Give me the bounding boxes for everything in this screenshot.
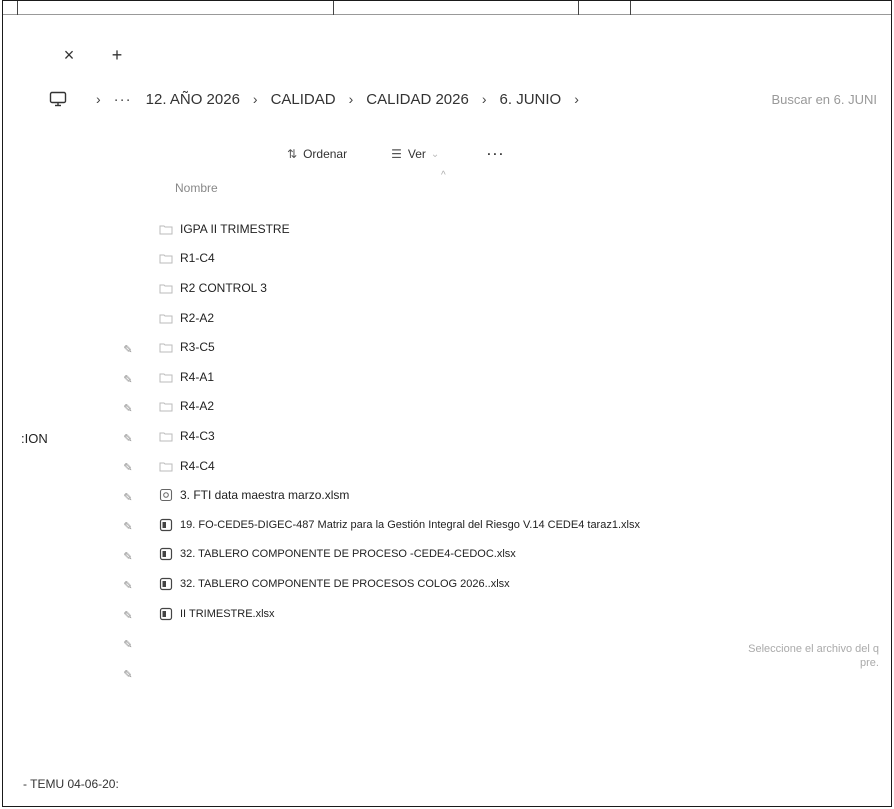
pin-icon[interactable]: ✎ (118, 542, 138, 572)
excel-file-icon (158, 547, 174, 561)
list-item[interactable]: 19. FO-CEDE5-DIGEC-487 Matriz para la Ge… (158, 510, 858, 540)
pin-icon[interactable]: ✎ (118, 660, 138, 690)
pin-icon[interactable]: ✎ (118, 424, 138, 454)
breadcrumb-ano-2026[interactable]: 12. AÑO 2026 (146, 91, 240, 108)
pin-icon[interactable]: ✎ (118, 601, 138, 631)
list-item[interactable]: R3-C5 (158, 332, 858, 362)
folder-icon (158, 340, 174, 354)
list-item[interactable]: R4-A1 (158, 362, 858, 392)
sort-caret-icon: ^ (441, 170, 446, 181)
breadcrumb-calidad[interactable]: CALIDAD (271, 91, 336, 108)
sort-button[interactable]: ⇅ Ordenar (287, 147, 347, 161)
this-pc-icon[interactable] (47, 88, 69, 110)
excel-macro-icon (158, 488, 174, 502)
pin-icon[interactable]: ✎ (118, 571, 138, 601)
folder-icon (158, 459, 174, 473)
more-options-button[interactable]: ··· (487, 147, 505, 161)
pin-icon[interactable]: ✎ (118, 483, 138, 513)
breadcrumb-separator[interactable]: › (574, 91, 579, 107)
list-item[interactable]: II TRIMESTRE.xlsx (158, 599, 858, 629)
pin-icon[interactable]: ✎ (118, 394, 138, 424)
view-icon: ☰ (391, 147, 402, 161)
address-bar[interactable]: › ··· 12. AÑO 2026 › CALIDAD › CALIDAD 2… (47, 87, 887, 111)
list-item[interactable]: 32. TABLERO COMPONENTE DE PROCESOS COLOG… (158, 569, 858, 599)
column-header-name[interactable]: Nombre (175, 181, 218, 195)
breadcrumb-separator: › (96, 91, 101, 107)
pin-icon[interactable]: ✎ (118, 453, 138, 483)
folder-icon (158, 311, 174, 325)
top-strip (3, 1, 891, 15)
list-item[interactable]: R4-C4 (158, 451, 858, 481)
view-label: Ver (407, 147, 426, 161)
list-item[interactable]: R2-A2 (158, 303, 858, 333)
folder-icon (158, 429, 174, 443)
folder-icon (158, 222, 174, 236)
file-list: IGPA II TRIMESTRE R1-C4 R2 CONTROL 3 R2-… (158, 214, 858, 628)
folder-icon (158, 251, 174, 265)
list-item[interactable]: R4-C3 (158, 421, 858, 451)
view-button[interactable]: ☰ Ver ⌄ (391, 147, 439, 161)
pin-icon[interactable]: ✎ (118, 335, 138, 365)
breadcrumb-calidad-2026[interactable]: CALIDAD 2026 (366, 91, 469, 108)
new-tab-button[interactable]: + (107, 41, 127, 69)
breadcrumb-separator[interactable]: › (482, 91, 487, 107)
close-tab-button[interactable]: × (59, 41, 79, 69)
chevron-down-icon: ⌄ (430, 148, 440, 160)
list-item[interactable]: R2 CONTROL 3 (158, 273, 858, 303)
list-item[interactable]: 32. TABLERO COMPONENTE DE PROCESO -CEDE4… (158, 540, 858, 570)
explorer-window: × + › ··· 12. AÑO 2026 › CALIDAD › CALID… (2, 0, 892, 807)
quick-access-pins: ✎ ✎ ✎ ✎ ✎ ✎ ✎ ✎ ✎ ✎ ✎ ✎ (118, 335, 138, 689)
excel-file-icon (158, 518, 174, 532)
search-input[interactable]: Buscar en 6. JUNI (772, 87, 878, 111)
breadcrumb-separator[interactable]: › (253, 91, 258, 107)
breadcrumb-overflow-button[interactable]: ··· (114, 91, 132, 108)
list-item[interactable]: 3. FTI data maestra marzo.xlsm (158, 480, 858, 510)
nav-pane-item-temu[interactable]: - TEMU 04-06-20: (23, 777, 119, 791)
breadcrumb-separator[interactable]: › (349, 91, 354, 107)
folder-icon (158, 370, 174, 384)
preview-pane-message: Seleccione el archivo del q pre. (748, 643, 879, 669)
list-item[interactable]: IGPA II TRIMESTRE (158, 214, 858, 244)
excel-file-icon (158, 607, 174, 621)
sort-label: Ordenar (303, 147, 348, 161)
pin-icon[interactable]: ✎ (118, 365, 138, 395)
list-item[interactable]: R1-C4 (158, 244, 858, 274)
sort-icon: ⇅ (287, 147, 298, 161)
excel-file-icon (158, 577, 174, 591)
nav-pane-item[interactable]: :ION (21, 431, 48, 446)
pin-icon[interactable]: ✎ (118, 512, 138, 542)
command-bar: ⇅ Ordenar ☰ Ver ⌄ ··· (287, 143, 505, 165)
list-item[interactable]: R4-A2 (158, 392, 858, 422)
pin-icon[interactable]: ✎ (118, 630, 138, 660)
breadcrumb-6-junio[interactable]: 6. JUNIO (500, 91, 562, 108)
folder-icon (158, 399, 174, 413)
folder-icon (158, 281, 174, 295)
